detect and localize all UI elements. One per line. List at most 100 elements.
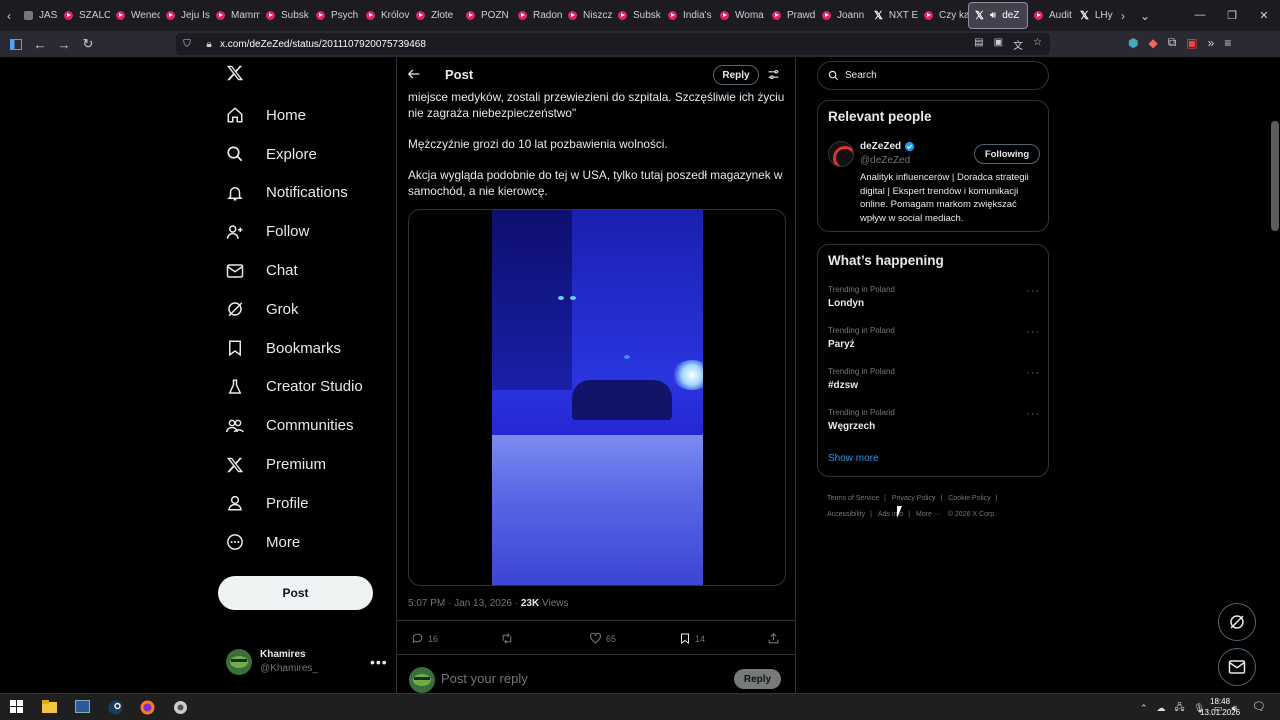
post-timestamp[interactable]: 5:07 PM · Jan 13, 2026 · (408, 598, 521, 609)
browser-tab[interactable]: Mamm (210, 2, 260, 29)
browser-tab[interactable]: Jeju Is (160, 2, 210, 29)
footer-link[interactable]: Accessibility (827, 511, 865, 518)
address-bar[interactable]: ⛉ 🔒︎ x.com/deZeZed/status/20111079200757… (176, 33, 1050, 55)
trend-more-icon[interactable]: ··· (1026, 367, 1040, 379)
footer-link[interactable]: Privacy Policy (892, 495, 936, 502)
sidebar-item-notifications[interactable]: Notifications (218, 174, 363, 213)
sidebar-item-creator-studio[interactable]: Creator Studio (218, 368, 363, 407)
following-button[interactable]: Following (974, 144, 1040, 164)
minimize-icon[interactable]: — (1184, 9, 1216, 22)
back-arrow-icon[interactable] (407, 67, 421, 81)
repost-action[interactable] (500, 632, 518, 645)
scrollbar-thumb[interactable] (1271, 121, 1279, 231)
grok-fab[interactable] (1218, 603, 1256, 641)
windows-start-icon[interactable] (10, 700, 25, 715)
video-frame[interactable] (492, 210, 703, 585)
extension-badge-icon[interactable]: ▣ (1186, 36, 1197, 50)
trend-item[interactable]: Trending in Poland #dzsw ··· (828, 367, 1040, 391)
like-action[interactable]: 65 (589, 632, 616, 645)
reply-input[interactable]: Post your reply (441, 671, 528, 686)
more-dots-icon[interactable]: ••• (370, 654, 388, 670)
messages-fab[interactable] (1218, 648, 1256, 686)
browser-tab[interactable]: India's (662, 2, 714, 29)
browser-tab[interactable]: Psych (310, 2, 360, 29)
tray-chevron-icon[interactable]: ⌃ (1140, 703, 1148, 714)
browser-tab[interactable]: Joann (816, 2, 868, 29)
audio-playing-icon[interactable]: 🔊︎ (990, 10, 996, 21)
close-window-icon[interactable]: ✕ (1248, 9, 1280, 22)
page-scrollbar[interactable] (1270, 57, 1280, 693)
browser-tab[interactable]: Prawd (766, 2, 816, 29)
notifications-center-icon[interactable]: 🗨︎ (1252, 700, 1267, 715)
sidebar-item-bookmarks[interactable]: Bookmarks (218, 329, 363, 368)
post-video[interactable] (408, 209, 786, 586)
reply-action[interactable]: 16 (411, 632, 438, 645)
app-menu-icon[interactable]: ≡ (1224, 36, 1231, 50)
footer-link[interactable]: Cookie Policy (948, 495, 990, 502)
sidebar-item-more[interactable]: More (218, 523, 363, 562)
sidebar-item-premium[interactable]: Premium (218, 445, 363, 484)
browser-tab[interactable]: 𝕏🔊︎deZ✕ (968, 2, 1028, 29)
browser-tab[interactable]: 𝕏 NXT E (868, 2, 918, 29)
reply-submit-button[interactable]: Reply (734, 669, 781, 689)
browser-tab[interactable]: Audit (1028, 2, 1074, 29)
avatar[interactable] (828, 141, 854, 167)
sliders-icon[interactable] (767, 68, 780, 81)
browser-tab[interactable]: JASZC (18, 2, 58, 29)
browser-tab[interactable]: Subsk (260, 2, 310, 29)
trend-more-icon[interactable]: ··· (1026, 285, 1040, 297)
translate-icon[interactable]: 文 (1013, 37, 1023, 52)
post-button[interactable]: Post (218, 576, 373, 610)
browser-tab[interactable]: Złote (410, 2, 460, 29)
sidebar-item-home[interactable]: Home (218, 96, 363, 135)
extension-shield-icon[interactable]: ⬢ (1128, 36, 1138, 50)
url-text[interactable]: x.com/deZeZed/status/2011107920075739468 (220, 39, 426, 50)
sidebar-item-profile[interactable]: Profile (218, 484, 363, 523)
screenshot-icon[interactable]: ▣ (994, 37, 1003, 52)
sidebar-item-communities[interactable]: Communities (218, 406, 363, 445)
reload-icon[interactable]: ↻ (76, 32, 100, 56)
reader-mode-icon[interactable]: ▤ (974, 37, 983, 52)
browser-tab[interactable]: SZALO (58, 2, 110, 29)
tab-scroll-left-icon[interactable]: ‹ (0, 0, 18, 31)
tab-list-chevron-icon[interactable]: ⌄ (1132, 0, 1158, 31)
sidebar-toggle-icon[interactable] (4, 32, 28, 56)
firefox-icon[interactable] (140, 700, 155, 715)
search-input[interactable]: Search (817, 61, 1049, 90)
browser-tab[interactable]: Wenec (110, 2, 160, 29)
overflow-chevrons-icon[interactable]: » (1208, 36, 1215, 50)
forward-icon[interactable]: → (52, 32, 76, 56)
network-icon[interactable]: 🖧︎ (1175, 700, 1185, 716)
browser-tab[interactable]: POZN (460, 2, 512, 29)
onedrive-icon[interactable]: ☁ (1157, 703, 1166, 714)
taskbar-clock[interactable]: 18:48 13.01.2026 (1200, 696, 1240, 718)
share-icon[interactable] (767, 632, 780, 645)
bookmark-action[interactable]: 14 (679, 632, 705, 645)
back-icon[interactable]: ← (28, 32, 52, 56)
browser-tab[interactable]: 𝕏 LHy (1074, 2, 1114, 29)
bookmark-star-icon[interactable]: ☆ (1033, 37, 1042, 52)
tab-scroll-right-icon[interactable]: › (1114, 0, 1132, 31)
extension-fox-icon[interactable]: ◆ (1148, 36, 1157, 50)
steam-icon[interactable] (108, 700, 123, 715)
sidebar-item-follow[interactable]: Follow (218, 212, 363, 251)
account-switcher[interactable]: Khamires @Khamires_ ••• (226, 648, 387, 676)
header-reply-button[interactable]: Reply (713, 65, 759, 85)
browser-tab[interactable]: Woma (714, 2, 766, 29)
sidebar-item-explore[interactable]: Explore (218, 135, 363, 174)
footer-link[interactable]: Terms of Service (827, 495, 879, 502)
app-window-icon[interactable] (75, 700, 90, 715)
show-more-link[interactable]: Show more (828, 453, 879, 464)
browser-tab[interactable]: Subsk (612, 2, 662, 29)
browser-tab[interactable]: Czy ka (918, 2, 968, 29)
shield-icon[interactable]: ⛉ (176, 39, 198, 50)
trend-item[interactable]: Trending in Poland Węgrzech ··· (828, 408, 1040, 432)
trend-item[interactable]: Trending in Poland Paryż ··· (828, 326, 1040, 350)
trend-more-icon[interactable]: ··· (1026, 326, 1040, 338)
browser-tab[interactable]: Królov (360, 2, 410, 29)
extensions-puzzle-icon[interactable]: ⧉ (1168, 35, 1177, 50)
app-taskbar-icon[interactable] (173, 700, 188, 715)
trend-item[interactable]: Trending in Poland Londyn ··· (828, 285, 1040, 309)
x-logo-icon[interactable] (226, 64, 244, 82)
sidebar-item-grok[interactable]: Grok (218, 290, 363, 329)
